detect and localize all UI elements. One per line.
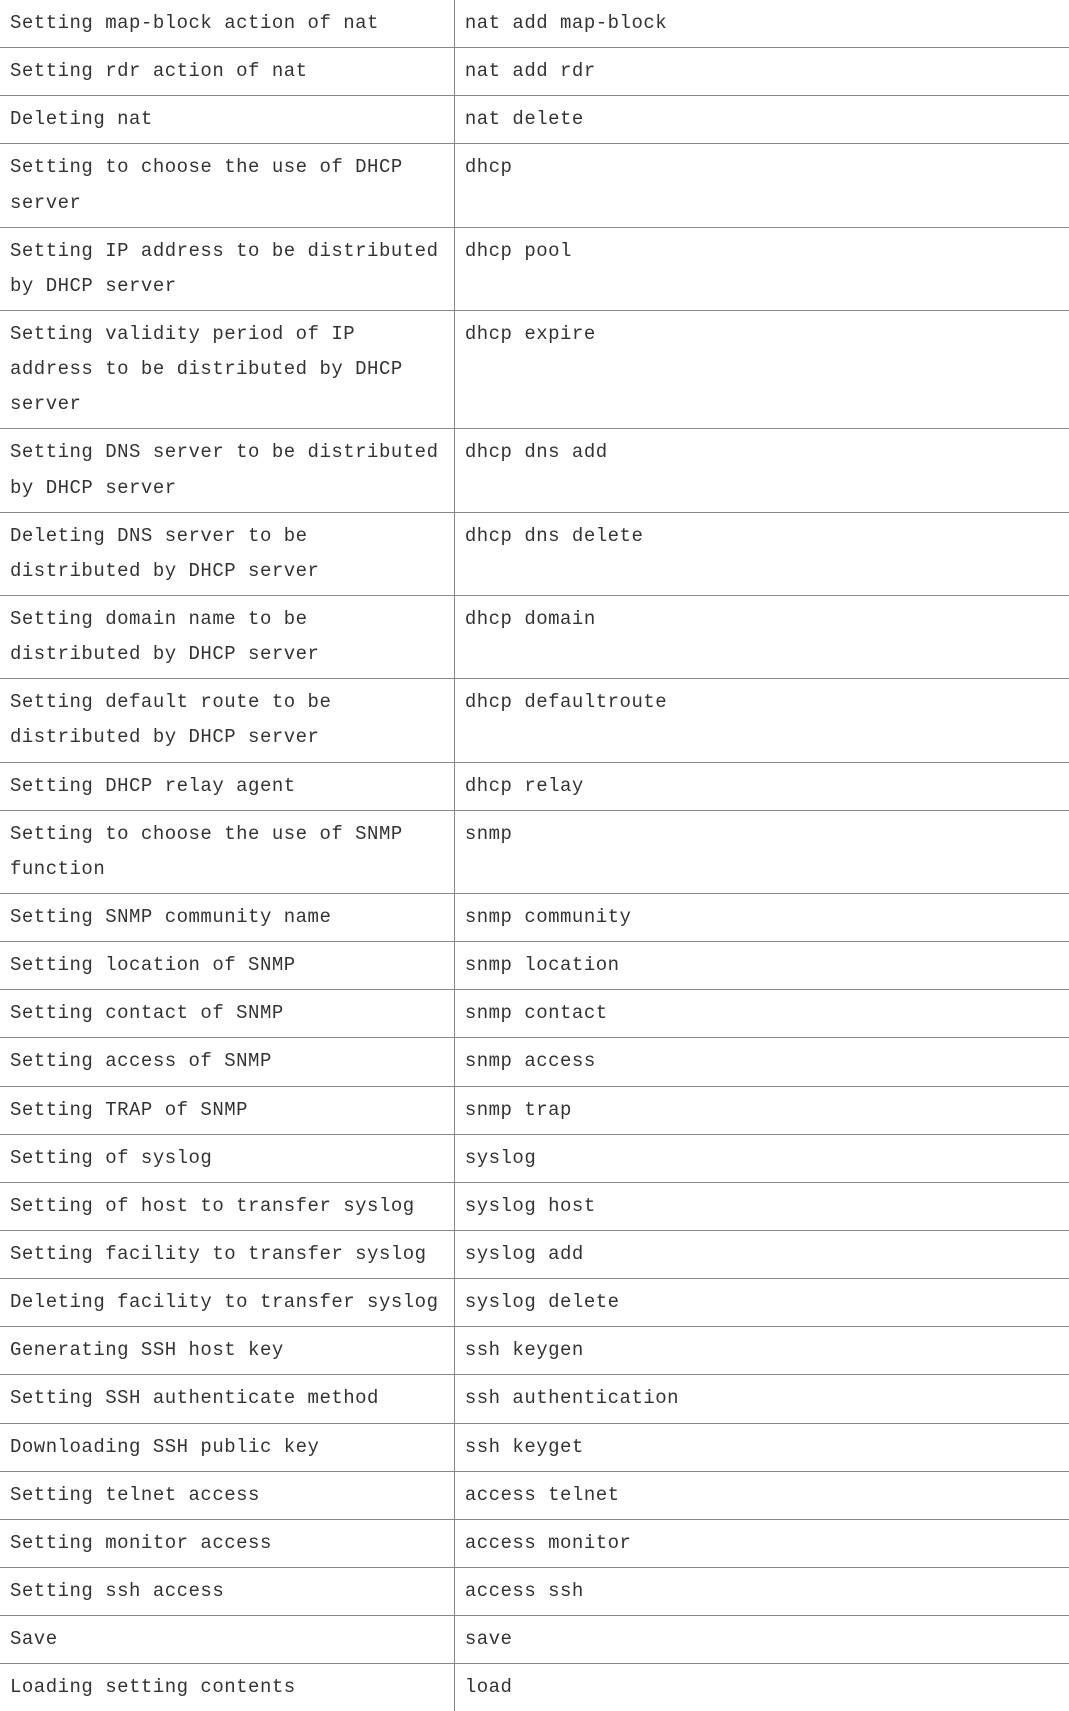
description-cell: Deleting nat: [0, 96, 454, 144]
table-row: Setting TRAP of SNMPsnmp trap: [0, 1086, 1069, 1134]
table-row: Setting facility to transfer syslogsyslo…: [0, 1230, 1069, 1278]
command-cell: dhcp: [454, 144, 1069, 227]
table-row: Setting access of SNMPsnmp access: [0, 1038, 1069, 1086]
command-cell: snmp contact: [454, 990, 1069, 1038]
table-row: Setting location of SNMPsnmp location: [0, 942, 1069, 990]
command-cell: snmp location: [454, 942, 1069, 990]
table-row: Setting domain name to be distributed by…: [0, 595, 1069, 678]
command-cell: syslog host: [454, 1182, 1069, 1230]
table-row: Setting ssh accessaccess ssh: [0, 1567, 1069, 1615]
description-cell: Setting domain name to be distributed by…: [0, 595, 454, 678]
command-cell: ssh keyget: [454, 1423, 1069, 1471]
table-row: Setting telnet accessaccess telnet: [0, 1471, 1069, 1519]
table-row: Setting SSH authenticate methodssh authe…: [0, 1375, 1069, 1423]
description-cell: Loading setting contents: [0, 1664, 454, 1711]
command-cell: snmp trap: [454, 1086, 1069, 1134]
command-cell: syslog delete: [454, 1279, 1069, 1327]
description-cell: Setting to choose the use of SNMP functi…: [0, 810, 454, 893]
table-row: Setting of syslogsyslog: [0, 1134, 1069, 1182]
table-row: Setting validity period of IP address to…: [0, 310, 1069, 428]
description-cell: Generating SSH host key: [0, 1327, 454, 1375]
table-row: Setting IP address to be distributed by …: [0, 227, 1069, 310]
table-row: Setting default route to be distributed …: [0, 679, 1069, 762]
table-row: Setting to choose the use of SNMP functi…: [0, 810, 1069, 893]
table-row: Setting of host to transfer syslogsyslog…: [0, 1182, 1069, 1230]
command-cell: dhcp dns add: [454, 429, 1069, 512]
table-row: Setting SNMP community namesnmp communit…: [0, 893, 1069, 941]
description-cell: Setting monitor access: [0, 1519, 454, 1567]
description-cell: Setting access of SNMP: [0, 1038, 454, 1086]
description-cell: Setting ssh access: [0, 1567, 454, 1615]
command-cell: nat add rdr: [454, 48, 1069, 96]
description-cell: Setting contact of SNMP: [0, 990, 454, 1038]
table-body: Setting map-block action of natnat add m…: [0, 0, 1069, 1711]
description-cell: Setting TRAP of SNMP: [0, 1086, 454, 1134]
description-cell: Setting to choose the use of DHCP server: [0, 144, 454, 227]
description-cell: Setting validity period of IP address to…: [0, 310, 454, 428]
command-cell: nat add map-block: [454, 0, 1069, 48]
command-cell: load: [454, 1664, 1069, 1711]
table-row: Setting monitor accessaccess monitor: [0, 1519, 1069, 1567]
table-row: Deleting DNS server to be distributed by…: [0, 512, 1069, 595]
table-row: Generating SSH host keyssh keygen: [0, 1327, 1069, 1375]
description-cell: Setting telnet access: [0, 1471, 454, 1519]
table-row: Setting map-block action of natnat add m…: [0, 0, 1069, 48]
description-cell: Setting location of SNMP: [0, 942, 454, 990]
description-cell: Downloading SSH public key: [0, 1423, 454, 1471]
command-cell: dhcp dns delete: [454, 512, 1069, 595]
table-row: Downloading SSH public keyssh keyget: [0, 1423, 1069, 1471]
command-reference-table: Setting map-block action of natnat add m…: [0, 0, 1069, 1711]
description-cell: Setting facility to transfer syslog: [0, 1230, 454, 1278]
description-cell: Setting DNS server to be distributed by …: [0, 429, 454, 512]
description-cell: Setting SNMP community name: [0, 893, 454, 941]
table-row: Setting rdr action of natnat add rdr: [0, 48, 1069, 96]
table-row: Setting contact of SNMPsnmp contact: [0, 990, 1069, 1038]
description-cell: Setting DHCP relay agent: [0, 762, 454, 810]
description-cell: Deleting facility to transfer syslog: [0, 1279, 454, 1327]
command-cell: snmp access: [454, 1038, 1069, 1086]
description-cell: Deleting DNS server to be distributed by…: [0, 512, 454, 595]
description-cell: Setting rdr action of nat: [0, 48, 454, 96]
command-cell: snmp community: [454, 893, 1069, 941]
command-cell: dhcp expire: [454, 310, 1069, 428]
command-cell: access monitor: [454, 1519, 1069, 1567]
command-cell: access ssh: [454, 1567, 1069, 1615]
table-row: Deleting natnat delete: [0, 96, 1069, 144]
command-cell: syslog add: [454, 1230, 1069, 1278]
description-cell: Setting IP address to be distributed by …: [0, 227, 454, 310]
command-cell: syslog: [454, 1134, 1069, 1182]
description-cell: Setting of host to transfer syslog: [0, 1182, 454, 1230]
command-cell: access telnet: [454, 1471, 1069, 1519]
table-row: Setting DHCP relay agentdhcp relay: [0, 762, 1069, 810]
description-cell: Setting of syslog: [0, 1134, 454, 1182]
description-cell: Setting default route to be distributed …: [0, 679, 454, 762]
command-cell: dhcp defaultroute: [454, 679, 1069, 762]
command-cell: snmp: [454, 810, 1069, 893]
command-cell: dhcp domain: [454, 595, 1069, 678]
table-row: Deleting facility to transfer syslogsysl…: [0, 1279, 1069, 1327]
description-cell: Setting map-block action of nat: [0, 0, 454, 48]
description-cell: Save: [0, 1616, 454, 1664]
table-row: Setting DNS server to be distributed by …: [0, 429, 1069, 512]
description-cell: Setting SSH authenticate method: [0, 1375, 454, 1423]
command-cell: ssh authentication: [454, 1375, 1069, 1423]
command-cell: dhcp relay: [454, 762, 1069, 810]
command-cell: dhcp pool: [454, 227, 1069, 310]
command-cell: ssh keygen: [454, 1327, 1069, 1375]
table-row: Savesave: [0, 1616, 1069, 1664]
command-cell: nat delete: [454, 96, 1069, 144]
table-row: Loading setting contentsload: [0, 1664, 1069, 1711]
command-cell: save: [454, 1616, 1069, 1664]
table-row: Setting to choose the use of DHCP server…: [0, 144, 1069, 227]
